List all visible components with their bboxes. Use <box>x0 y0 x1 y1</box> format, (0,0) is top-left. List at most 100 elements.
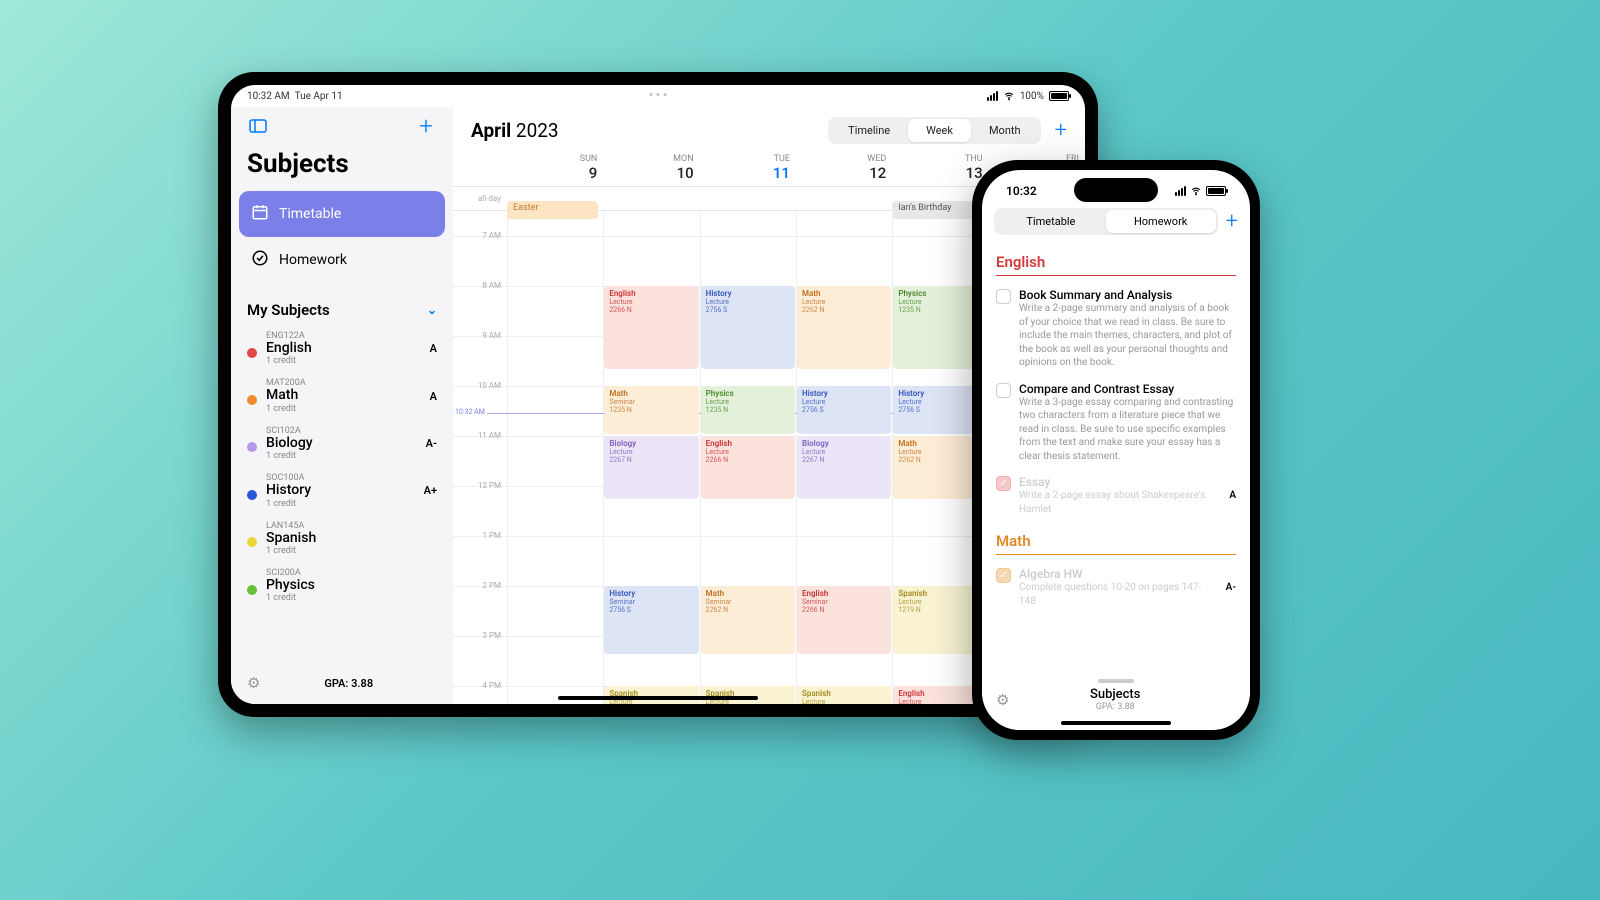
battery-percent: 100% <box>1020 91 1044 102</box>
view-segment[interactable]: TimelineWeekMonth <box>828 117 1040 144</box>
hour-label: 1 PM <box>453 531 507 540</box>
view-segment[interactable]: TimetableHomework <box>994 208 1218 235</box>
subject-item[interactable]: SCI200APhysics1 credit <box>239 562 445 609</box>
subject-item[interactable]: SCI102ABiology1 creditA- <box>239 420 445 467</box>
calendar-month: April 2023 <box>471 119 559 142</box>
section-title: English <box>996 243 1236 276</box>
add-button[interactable]: + <box>415 115 437 137</box>
calendar-event[interactable]: MathSeminar1235 N <box>604 386 698 434</box>
gear-icon[interactable]: ⚙ <box>996 691 1009 709</box>
calendar-event[interactable]: HistorySeminar2756 S <box>604 586 698 654</box>
checkbox[interactable] <box>996 476 1011 491</box>
homework-desc: Write a 2-page summary and analysis of a… <box>1019 302 1236 370</box>
calendar-event[interactable]: HistoryLecture2756 S <box>797 386 891 434</box>
calendar-event[interactable]: SpanishLecture <box>797 686 891 704</box>
status-date: Tue Apr 11 <box>295 91 343 102</box>
chevron-down-icon[interactable]: ⌄ <box>427 303 437 317</box>
color-dot <box>247 490 257 500</box>
day-header[interactable]: MON10 <box>603 152 699 186</box>
allday-label: all-day <box>453 194 507 203</box>
homework-item[interactable]: Compare and Contrast EssayWrite a 3-page… <box>996 376 1236 470</box>
homework-title: Book Summary and Analysis <box>1019 288 1236 302</box>
calendar-event[interactable]: EnglishLecture2266 N <box>604 286 698 369</box>
calendar-event[interactable]: SpanishLecture <box>701 686 795 704</box>
calendar-icon <box>251 203 269 225</box>
calendar-event[interactable]: EnglishLecture2266 N <box>701 436 795 499</box>
color-dot <box>247 537 257 547</box>
subject-name: Biology <box>266 436 417 451</box>
color-dot <box>247 442 257 452</box>
segment-timetable[interactable]: Timetable <box>996 210 1106 233</box>
subject-name: Math <box>266 388 421 403</box>
add-event-button[interactable]: + <box>1055 118 1067 143</box>
add-button[interactable]: + <box>1226 209 1238 234</box>
checkbox[interactable] <box>996 568 1011 583</box>
footer-title: Subjects <box>1009 687 1221 702</box>
subjects-header: My Subjects <box>247 301 330 319</box>
checkbox[interactable] <box>996 383 1011 398</box>
sidebar-toggle-button[interactable] <box>247 115 269 137</box>
day-header[interactable]: THU13 <box>892 152 988 186</box>
subject-credit: 1 credit <box>266 451 417 461</box>
gear-icon[interactable]: ⚙ <box>247 674 260 692</box>
color-dot <box>247 348 257 358</box>
nav-label: Timetable <box>279 206 341 222</box>
calendar-event[interactable]: MathSeminar2262 N <box>701 586 795 654</box>
home-indicator[interactable] <box>1061 721 1171 725</box>
calendar-event[interactable]: EnglishSeminar2266 N <box>797 586 891 654</box>
signal-icon <box>1175 186 1186 196</box>
subject-credit: 1 credit <box>266 546 428 556</box>
homework-desc: Complete questions 10-20 on pages 147-14… <box>1019 581 1218 608</box>
subject-item[interactable]: ENG122AEnglish1 creditA <box>239 325 445 372</box>
checkbox[interactable] <box>996 289 1011 304</box>
homework-desc: Write a 2-page essay about Shakespeare's… <box>1019 489 1221 516</box>
subject-item[interactable]: MAT200AMath1 creditA <box>239 372 445 419</box>
wifi-icon <box>1003 91 1015 101</box>
signal-icon <box>987 91 998 101</box>
check-icon <box>251 249 269 271</box>
homework-item[interactable]: EssayWrite a 2-page essay about Shakespe… <box>996 469 1236 522</box>
day-header[interactable]: WED12 <box>796 152 892 186</box>
subject-item[interactable]: LAN145ASpanish1 credit <box>239 515 445 562</box>
hour-label: 4 PM <box>453 681 507 690</box>
segment-month[interactable]: Month <box>971 119 1039 142</box>
homework-title: Essay <box>1019 475 1221 489</box>
calendar-event[interactable]: HistoryLecture2756 S <box>701 286 795 369</box>
hour-label: 11 AM <box>453 431 507 440</box>
section-title: Math <box>996 522 1236 555</box>
subject-grade: A <box>430 390 437 403</box>
iphone-device: 10:32 TimetableHomework + English Book Su… <box>972 160 1260 740</box>
homework-item[interactable]: Book Summary and AnalysisWrite a 2-page … <box>996 282 1236 376</box>
grab-handle[interactable] <box>1098 679 1134 683</box>
subject-credit: 1 credit <box>266 499 415 509</box>
status-time: 10:32 AM <box>247 91 290 102</box>
segment-timeline[interactable]: Timeline <box>830 119 908 142</box>
nav-homework[interactable]: Homework <box>239 237 445 283</box>
color-dot <box>247 585 257 595</box>
day-header[interactable]: TUE11 <box>700 152 796 186</box>
subject-item[interactable]: SOC100AHistory1 creditA+ <box>239 467 445 514</box>
calendar-event[interactable]: SpanishLecture <box>604 686 698 704</box>
homework-grade: A <box>1229 490 1236 501</box>
sidebar: + Subjects TimetableHomework My Subjects… <box>231 107 453 704</box>
subject-name: Physics <box>266 578 428 593</box>
segment-homework[interactable]: Homework <box>1106 210 1216 233</box>
calendar-event[interactable]: MathLecture2262 N <box>797 286 891 369</box>
nav-timetable[interactable]: Timetable <box>239 191 445 237</box>
wifi-icon <box>1190 186 1202 196</box>
color-dot <box>247 395 257 405</box>
status-time: 10:32 <box>1006 184 1037 198</box>
home-indicator[interactable] <box>558 696 758 700</box>
homework-title: Compare and Contrast Essay <box>1019 382 1236 396</box>
homework-title: Algebra HW <box>1019 567 1218 581</box>
calendar-event[interactable]: BiologyLecture2267 N <box>797 436 891 499</box>
battery-icon <box>1206 186 1226 196</box>
homework-item[interactable]: Algebra HWComplete questions 10-20 on pa… <box>996 561 1236 614</box>
day-header[interactable]: SUN9 <box>507 152 603 186</box>
calendar-event[interactable]: BiologyLecture2267 N <box>604 436 698 499</box>
segment-week[interactable]: Week <box>908 119 971 142</box>
calendar-event[interactable]: PhysicsLecture1235 N <box>701 386 795 434</box>
ipad-device: 10:32 AM Tue Apr 11 100% + <box>218 72 1098 717</box>
homework-desc: Write a 3-page essay comparing and contr… <box>1019 396 1236 464</box>
nav-label: Homework <box>279 252 347 268</box>
